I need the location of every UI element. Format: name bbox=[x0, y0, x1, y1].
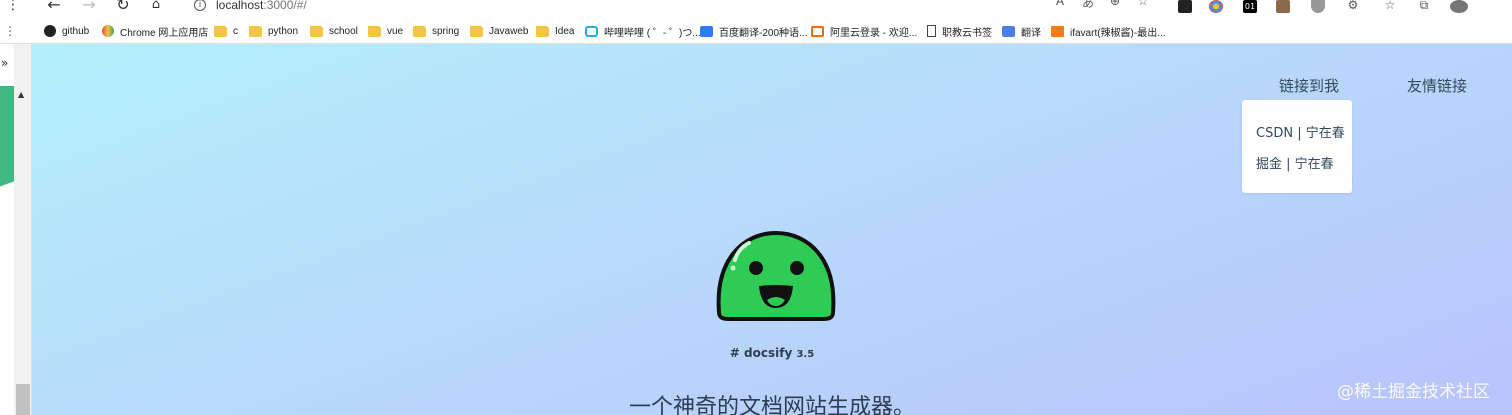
page-icon bbox=[927, 25, 936, 37]
bookmark-label: vue bbox=[387, 25, 404, 37]
chrome-store-icon bbox=[102, 25, 114, 37]
bookmark-label: ifavart(辣椒酱)-最出... bbox=[1070, 27, 1166, 39]
bookmark-folder-spring[interactable]: spring bbox=[413, 24, 459, 38]
baidu-translate-icon bbox=[700, 25, 713, 37]
bookmark-baidu-translate[interactable]: 百度翻译-200种语... bbox=[700, 24, 808, 39]
bookmark-label: Chrome 网上应用店 bbox=[120, 27, 209, 39]
read-aloud-icon[interactable]: A bbox=[1052, 0, 1068, 8]
dropdown-item-juejin[interactable]: 掘金 | 宁在春 bbox=[1256, 153, 1334, 172]
favorites-list-icon[interactable]: ☆ bbox=[1382, 0, 1398, 12]
url-text[interactable]: localhost:3000/#/ bbox=[216, 0, 307, 12]
site-info-icon[interactable]: i bbox=[194, 0, 206, 11]
docsify-mascot-logo bbox=[716, 230, 836, 321]
collections-icon[interactable]: ⧉ bbox=[1416, 0, 1432, 13]
folder-icon bbox=[249, 25, 262, 37]
extension-color-icon[interactable] bbox=[1209, 0, 1223, 13]
settings-gear-icon[interactable]: ⚙ bbox=[1345, 0, 1361, 12]
bookmark-label: 翻译 bbox=[1021, 27, 1041, 39]
nav-dropdown: CSDN | 宁在春 掘金 | 宁在春 bbox=[1242, 100, 1352, 193]
bookmark-label: python bbox=[268, 25, 299, 37]
bookmark-label: school bbox=[329, 25, 358, 37]
bookmarks-overflow-chevron[interactable]: ⋮ bbox=[4, 24, 16, 38]
github-corner-ribbon[interactable] bbox=[0, 86, 14, 224]
bookmark-label: 阿里云登录 - 欢迎... bbox=[830, 27, 918, 39]
extension-avatar-icon[interactable] bbox=[1276, 0, 1290, 13]
bookmark-label: 百度翻译-200种语... bbox=[719, 27, 808, 39]
bookmarks-bar: ⋮ github Chrome 网上应用店 c python school vu… bbox=[0, 18, 1512, 44]
extension-01-icon[interactable]: 01 bbox=[1243, 0, 1257, 13]
bookmark-label: github bbox=[62, 25, 90, 37]
folder-icon bbox=[470, 25, 483, 37]
dropdown-item-csdn[interactable]: CSDN | 宁在春 bbox=[1256, 122, 1345, 141]
translate-icon bbox=[1002, 25, 1015, 37]
aliyun-icon bbox=[811, 25, 824, 37]
menu-dots-icon[interactable]: ⋮ bbox=[2, 0, 24, 14]
bookmark-bilibili[interactable]: 哔哩哔哩 ( ゜- ゜)つ... bbox=[585, 24, 701, 39]
folder-icon bbox=[368, 25, 381, 37]
bookmark-translate[interactable]: 翻译 bbox=[1002, 24, 1041, 39]
cover-title-text: # docsify bbox=[729, 346, 793, 360]
folder-icon bbox=[214, 25, 227, 37]
cover-page: 链接到我 友情链接 CSDN | 宁在春 掘金 | 宁在春 # docsify … bbox=[32, 44, 1512, 415]
folder-icon bbox=[310, 25, 323, 37]
bookmark-label: spring bbox=[432, 25, 460, 37]
sidebar-toggle-icon[interactable]: » bbox=[1, 56, 8, 70]
home-icon[interactable]: ⌂ bbox=[145, 0, 167, 14]
bookmark-aliyun[interactable]: 阿里云登录 - 欢迎... bbox=[811, 24, 918, 39]
bookmark-github[interactable]: github bbox=[44, 24, 89, 38]
extension-v-icon[interactable] bbox=[1311, 0, 1325, 13]
bookmark-chrome-store[interactable]: Chrome 网上应用店 bbox=[102, 24, 209, 39]
bookmark-folder-school[interactable]: school bbox=[310, 24, 358, 38]
zoom-icon[interactable]: ⊕ bbox=[1107, 0, 1123, 8]
cover-title: # docsify 3.5 bbox=[32, 346, 1512, 360]
bilibili-icon bbox=[585, 25, 598, 37]
bookmark-folder-vue[interactable]: vue bbox=[368, 24, 403, 38]
cover-subtitle: 一个神奇的文档网站生成器。 bbox=[628, 395, 915, 415]
bookmark-label: Idea bbox=[555, 25, 575, 37]
bookmark-ifavart[interactable]: ifavart(辣椒酱)-最出... bbox=[1051, 24, 1166, 39]
github-icon bbox=[44, 25, 56, 37]
folder-icon bbox=[536, 25, 549, 37]
folder-icon bbox=[413, 25, 426, 37]
bookmark-zhijiaoyun[interactable]: 职教云书签 bbox=[927, 24, 992, 39]
cover-version: 3.5 bbox=[796, 349, 815, 360]
address-bar[interactable]: i localhost:3000/#/ A あ ⊕ ☆ bbox=[180, 0, 1165, 16]
profile-avatar[interactable] bbox=[1450, 0, 1468, 13]
nav-link-contact[interactable]: 链接到我 bbox=[1279, 75, 1339, 96]
bookmark-folder-c[interactable]: c bbox=[214, 24, 238, 38]
scroll-up-arrow-icon[interactable]: ▲ bbox=[18, 90, 24, 99]
ifavart-icon bbox=[1051, 25, 1064, 37]
translate-page-icon[interactable]: あ bbox=[1080, 0, 1096, 11]
scrollbar-track[interactable] bbox=[14, 44, 32, 415]
back-icon[interactable]: ← bbox=[43, 0, 65, 14]
browser-toolbar: ⋮ ← → ↻ ⌂ i localhost:3000/#/ A あ ⊕ ☆ 01… bbox=[0, 0, 1512, 18]
bookmark-label: Javaweb bbox=[489, 25, 529, 37]
forward-icon[interactable]: → bbox=[78, 0, 100, 14]
bookmark-label: c bbox=[233, 25, 238, 37]
nav-link-friends[interactable]: 友情链接 bbox=[1407, 75, 1467, 96]
watermark-text: @稀土掘金技术社区 bbox=[1337, 382, 1490, 402]
reload-icon[interactable]: ↻ bbox=[112, 0, 134, 14]
sidebar-pane: » ▲ bbox=[0, 44, 32, 415]
bookmark-label: 职教云书签 bbox=[942, 27, 992, 39]
bookmark-folder-idea[interactable]: Idea bbox=[536, 24, 574, 38]
bookmark-folder-javaweb[interactable]: Javaweb bbox=[470, 24, 528, 38]
scrollbar-thumb[interactable] bbox=[16, 384, 30, 415]
extension-ghost-icon[interactable] bbox=[1178, 0, 1192, 13]
favorite-icon[interactable]: ☆ bbox=[1135, 0, 1151, 8]
bookmark-label: 哔哩哔哩 ( ゜- ゜)つ... bbox=[604, 27, 701, 39]
bookmark-folder-python[interactable]: python bbox=[249, 24, 298, 38]
